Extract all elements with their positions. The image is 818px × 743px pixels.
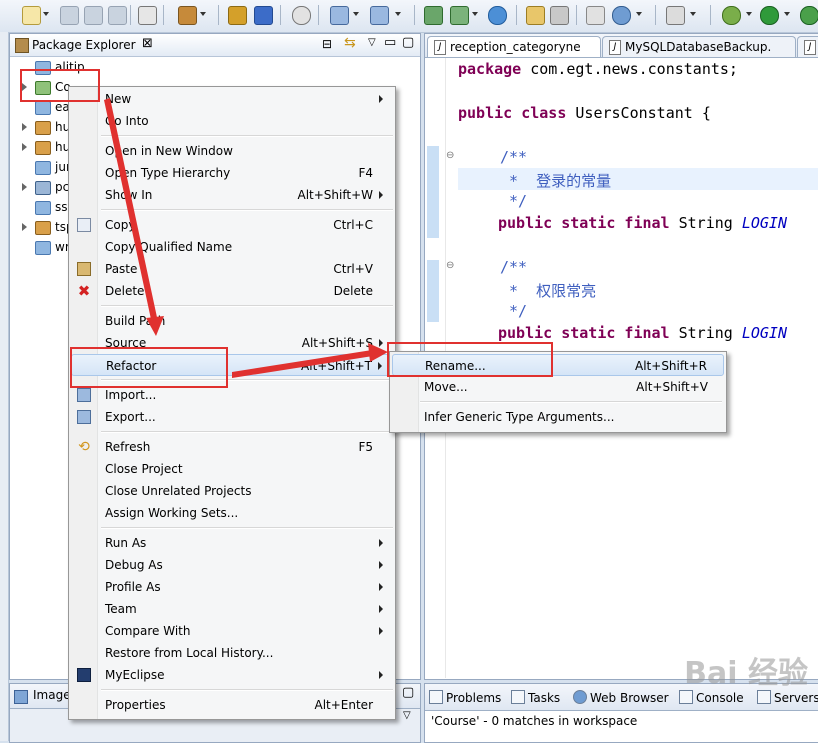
watermark: Bai 经验 <box>684 656 808 691</box>
annotation-arrow <box>104 98 158 324</box>
annotation-arrow-head <box>146 316 164 336</box>
annotation-arrow <box>232 350 373 378</box>
annotation-arrow-head <box>368 343 388 362</box>
annotation-arrows <box>104 98 388 378</box>
